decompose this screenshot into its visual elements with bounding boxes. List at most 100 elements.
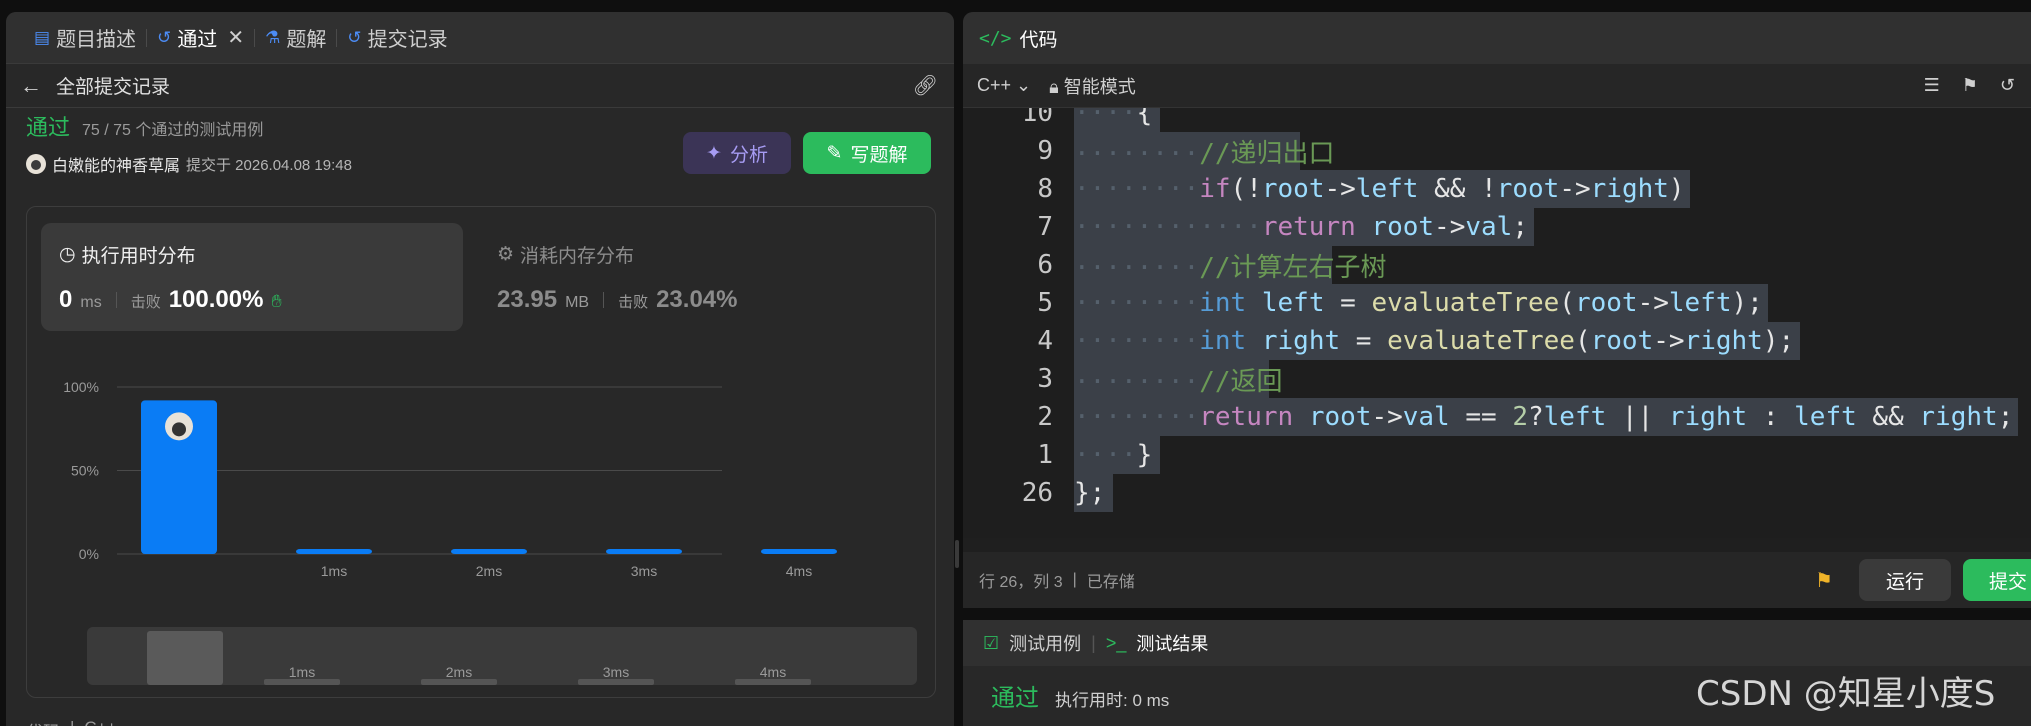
code-panel-title: 代码 [1019, 29, 1058, 51]
arrow-left-icon: ← [20, 72, 42, 98]
write-solution-button[interactable]: ✎ 写题解 [803, 132, 931, 174]
tab-test-result[interactable]: 测试结果 [1136, 630, 1208, 656]
sparkle-icon: ✦ [706, 142, 722, 164]
document-icon: ▤ [34, 27, 51, 47]
save-status: 已存储 [1086, 574, 1135, 591]
back-to-all-submissions[interactable]: ← 全部提交记录 [20, 72, 170, 99]
link-icon[interactable]: 🔗︎ [913, 73, 938, 98]
memory-unit: MB [565, 294, 590, 311]
tab-solutions[interactable]: ⚗ 题解 [255, 12, 336, 63]
line-number: 2 [1037, 402, 1053, 432]
code-text: ············return root->val; [1074, 212, 1528, 242]
bookmark-icon[interactable]: ⚑ [1962, 75, 1978, 96]
analyze-button[interactable]: ✦ 分析 [683, 132, 791, 174]
avatar[interactable] [26, 154, 46, 174]
code-line[interactable]: 2 ········return root->val == 2?left || r… [963, 398, 2031, 436]
code-lang: C++ [84, 718, 116, 726]
reset-icon[interactable]: ↺ [2000, 75, 2015, 96]
overview-tick-label: 4ms [760, 664, 786, 680]
code-text: ········return root->val == 2?left || ri… [1074, 402, 2014, 432]
runtime-title: 执行用时分布 [81, 246, 196, 267]
y-tick-label: 100% [63, 379, 99, 395]
code-line[interactable]: 7 ············return root->val; [963, 208, 2031, 246]
code-text: ········//递归出口 [1074, 138, 1335, 169]
write-solution-label: 写题解 [850, 144, 908, 166]
submission-panel: ▤ 题目描述 ↺ 通过 ✕ ⚗ 题解 ↺ 提交记录 ← 全部提交记录 🔗︎ 通过… [6, 12, 954, 726]
submissions-subbar: ← 全部提交记录 🔗︎ [6, 64, 954, 108]
chart-overview-scrubber[interactable]: 1ms 2ms 3ms 4ms [87, 627, 917, 685]
chart-bar[interactable] [296, 548, 372, 554]
code-text: ····} [1074, 440, 1153, 470]
memory-value: 23.95 [497, 286, 558, 313]
line-number: 8 [1037, 174, 1053, 204]
chart-bar[interactable] [606, 548, 682, 554]
code-line[interactable]: 1 ····} [963, 436, 2031, 474]
y-tick-label: 0% [79, 546, 99, 562]
code-line[interactable]: 10 ····{ [963, 108, 2031, 132]
x-tick-label: 4ms [786, 563, 812, 579]
code-line[interactable]: 3 ········//返回 [963, 360, 2031, 398]
line-number: 9 [1037, 136, 1053, 166]
tab-solutions-label: 题解 [286, 29, 327, 51]
close-icon[interactable]: ✕ [227, 25, 244, 50]
status-text: 通过 [26, 115, 71, 140]
divider: | [1072, 571, 1077, 588]
tab-accepted[interactable]: ↺ 通过 ✕ [147, 12, 254, 63]
run-label: 运行 [1885, 571, 1924, 593]
code-line[interactable]: 5 ········int left = evaluateTree(root->l… [963, 284, 2031, 322]
history-icon: ↺ [347, 27, 362, 47]
x-tick-label: 1ms [321, 563, 347, 579]
run-button[interactable]: 运行 [1859, 559, 1951, 601]
chevron-down-icon: ⌄ [1016, 75, 1032, 95]
submit-label: 提交 [1989, 571, 2028, 593]
code-icon: </> [979, 27, 1012, 49]
memory-stat[interactable]: ⚙ 消耗内存分布 23.95 MB 击败 23.04% [479, 223, 779, 331]
runtime-distribution-chart[interactable]: 100% 50% 0% 1ms 2ms 3ms 4ms [47, 357, 927, 597]
author-name[interactable]: 白嫩能的神香草属 [52, 152, 180, 176]
format-icon[interactable]: ☰ [1924, 75, 1940, 96]
language-select[interactable]: C++ ⌄ [977, 75, 1031, 96]
lock-icon: 🔒︎ [1049, 76, 1059, 97]
runtime-value: 0 [59, 286, 73, 313]
chart-bar[interactable] [761, 548, 837, 554]
divider: | [1091, 632, 1096, 653]
submit-button[interactable]: 提交 [1963, 559, 2031, 601]
code-lang-footer: 代码 | C++ [26, 718, 117, 726]
code-line[interactable]: 26}; [963, 474, 2031, 512]
debug-icon[interactable]: ⚑ [1815, 568, 1833, 593]
left-tabbar: ▤ 题目描述 ↺ 通过 ✕ ⚗ 题解 ↺ 提交记录 [6, 12, 954, 64]
clock-icon: ◷ [59, 244, 76, 265]
code-panel: </> 代码 C++ ⌄ 🔒︎ 智能模式 ☰ ⚑ ↺ 10 ····{ 9 ·····… [963, 12, 2031, 608]
editor-toolbar: C++ ⌄ 🔒︎ 智能模式 ☰ ⚑ ↺ [963, 64, 2031, 108]
avatar-face [172, 422, 186, 437]
code-line[interactable]: 6 ········//计算左右子树 [963, 246, 2031, 284]
runtime-stat[interactable]: ◷ 执行用时分布 0 ms 击败 100.00% ✋︎ [41, 223, 463, 331]
code-text: ····{ [1074, 108, 1153, 128]
chart-bar[interactable] [451, 548, 527, 554]
code-text: ········int left = evaluateTree(root->le… [1074, 288, 1763, 318]
smart-mode-toggle[interactable]: 🔒︎ 智能模式 [1049, 73, 1136, 99]
code-label: 代码 [26, 718, 60, 726]
edit-icon: ✎ [826, 142, 843, 164]
code-text: ········int right = evaluateTree(root->r… [1074, 326, 1795, 356]
code-line[interactable]: 9 ········//递归出口 [963, 132, 2031, 170]
code-line[interactable]: 4 ········int right = evaluateTree(root->… [963, 322, 2031, 360]
code-text: ········//返回 [1074, 366, 1283, 397]
tab-test-cases[interactable]: 测试用例 [1009, 630, 1081, 656]
code-text: }; [1074, 478, 1106, 508]
code-editor[interactable]: 10 ····{ 9 ········//递归出口 8 ········if(!root-… [963, 108, 2031, 538]
code-line[interactable]: 8 ········if(!root->left && !root->right) [963, 170, 2031, 208]
panel-resize-handle[interactable] [955, 540, 959, 568]
back-label: 全部提交记录 [56, 77, 171, 98]
line-number: 6 [1037, 250, 1053, 280]
runtime-unit: ms [80, 294, 102, 311]
overview-bar [147, 631, 223, 685]
stats-card: ◷ 执行用时分布 0 ms 击败 100.00% ✋︎ ⚙ 消耗内存分布 23.… [26, 206, 936, 698]
result-runtime: 执行用时: 0 ms [1055, 691, 1170, 710]
tab-submissions-label: 提交记录 [367, 29, 448, 51]
tab-submissions[interactable]: ↺ 提交记录 [337, 12, 457, 63]
tab-description[interactable]: ▤ 题目描述 [24, 12, 146, 63]
x-tick-label: 3ms [631, 563, 657, 579]
test-cases-count: 75 / 75 个通过的测试用例 [82, 122, 264, 139]
line-number: 10 [1021, 108, 1053, 128]
